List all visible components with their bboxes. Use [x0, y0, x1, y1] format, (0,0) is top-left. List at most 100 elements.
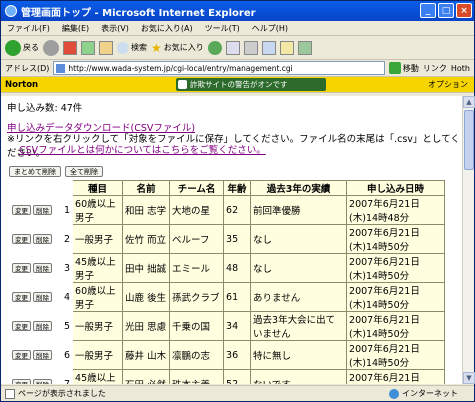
- forward-button[interactable]: [43, 39, 59, 56]
- cell-name: 田中 拙誠: [122, 253, 171, 283]
- go-button[interactable]: 移動: [388, 62, 419, 74]
- edit-button[interactable]: 変更: [12, 234, 31, 244]
- cell-team: 孫武クラブ: [169, 282, 225, 312]
- cell-name: 藤井 山木: [122, 340, 171, 370]
- csv-help-link[interactable]: CSVファイルとは何かについてはこちらをご覧ください。: [19, 142, 266, 156]
- search-icon: [117, 41, 129, 54]
- cell-date: 2007年6月21日(木)14時50分: [346, 224, 446, 254]
- status-bar: ページが表示されました インターネット: [1, 385, 474, 401]
- cell-event: 60歳以上男子: [72, 282, 124, 312]
- cell-name: 石田 必然: [122, 369, 171, 384]
- discuss-icon[interactable]: [279, 40, 294, 55]
- menu-bar: ファイル(F) 編集(E) 表示(V) お気に入り(A) ツール(T) ヘルプ(…: [1, 21, 474, 36]
- edit-button[interactable]: 変更: [12, 321, 31, 331]
- delete-button[interactable]: 削除: [33, 321, 52, 331]
- entry-count: 申し込み数: 47件: [7, 103, 83, 114]
- print-icon[interactable]: [243, 40, 258, 55]
- delete-button[interactable]: 削除: [33, 350, 52, 360]
- cell-event: 60歳以上男子: [72, 195, 124, 225]
- cell-event: 45歳以上男子: [72, 253, 124, 283]
- norton-options[interactable]: オプション: [428, 79, 468, 90]
- favorites-button[interactable]: ★ お気に入り: [151, 41, 204, 55]
- address-label: アドレス(D): [5, 63, 50, 73]
- table-row: 変更 削除 3 45歳以上男子 田中 拙誠 エミール 48 なし 2007年6月2…: [9, 253, 446, 283]
- header-name: 名前: [122, 180, 171, 196]
- table-row: 変更削除 7 45歳以上男子 石田 必然 珠本主義 52 ないです 2007年6…: [9, 369, 446, 384]
- menu-view[interactable]: 表示(V): [101, 23, 129, 34]
- history-icon[interactable]: [207, 40, 222, 55]
- cell-team: 凛鵬の志: [169, 340, 225, 370]
- edit-button[interactable]: 変更: [12, 263, 31, 273]
- row-no: 7: [60, 369, 74, 384]
- norton-logo: Norton: [5, 79, 39, 90]
- row-no: 6: [60, 340, 74, 370]
- edit-button[interactable]: 変更: [12, 292, 31, 302]
- delete-button[interactable]: 削除: [33, 234, 52, 244]
- cell-team: 大地の星: [169, 195, 225, 225]
- cell-record: ないです: [250, 369, 348, 384]
- bulk-actions: まとめて削除 全て削除: [9, 166, 103, 177]
- cell-event: 一般男子: [72, 311, 124, 341]
- scroll-up-arrow[interactable]: ▲: [463, 96, 475, 108]
- delete-button[interactable]: 削除: [33, 205, 52, 215]
- menu-favorites[interactable]: お気に入り(A): [141, 23, 193, 34]
- shield-icon: [178, 80, 187, 89]
- home-icon[interactable]: [99, 40, 113, 55]
- star-icon: ★: [151, 40, 162, 55]
- cell-record: 過去3年大会に出ていません: [250, 311, 348, 341]
- address-input[interactable]: http://www.wada-system.jp/cgi-local/entr…: [53, 61, 385, 75]
- edit-button[interactable]: 変更: [12, 350, 31, 360]
- menu-help[interactable]: ヘルプ(H): [252, 23, 288, 34]
- delete-button[interactable]: 削除: [33, 292, 52, 302]
- header-no: [60, 180, 74, 196]
- table-row: 変更 削除 4 60歳以上男子 山鹿 後生 孫武クラブ 61 ありません 2007…: [9, 282, 446, 312]
- refresh-icon[interactable]: [81, 40, 95, 55]
- cell-date: 2007年6月21日(木)14時48分: [346, 195, 446, 225]
- hot-label[interactable]: Hoth: [451, 64, 470, 73]
- cell-team: ベルーフ: [169, 224, 225, 254]
- cell-age: 61: [223, 282, 252, 312]
- maximize-button[interactable]: □: [438, 3, 454, 18]
- edit-button[interactable]: 変更: [12, 205, 31, 215]
- cell-age: 36: [223, 340, 252, 370]
- menu-edit[interactable]: 編集(E): [62, 23, 89, 34]
- vertical-scrollbar[interactable]: ▲ ▼: [462, 96, 475, 384]
- delete-all-button[interactable]: 全て削除: [65, 166, 103, 177]
- cell-name: 佐竹 而立: [122, 224, 171, 254]
- edit-button[interactable]: 変更: [12, 379, 31, 384]
- messenger-icon[interactable]: [297, 40, 312, 55]
- row-actions: 変更削除: [9, 311, 62, 341]
- minimize-button[interactable]: _: [420, 3, 436, 18]
- row-actions: 変更削除: [9, 253, 62, 283]
- scroll-thumb[interactable]: [464, 110, 474, 170]
- edit-icon[interactable]: [261, 40, 276, 55]
- row-actions: 変更削除: [9, 282, 62, 312]
- close-button[interactable]: ×: [456, 3, 472, 18]
- mail-icon[interactable]: [225, 40, 240, 55]
- menu-tools[interactable]: ツール(T): [205, 23, 240, 34]
- address-bar: アドレス(D) http://www.wada-system.jp/cgi-lo…: [1, 60, 474, 77]
- norton-message[interactable]: 詐欺サイトの警告がオンです: [176, 78, 326, 91]
- scroll-down-arrow[interactable]: ▼: [463, 372, 475, 384]
- back-button[interactable]: 戻る: [5, 39, 39, 56]
- header-date: 申し込み日時: [346, 180, 446, 196]
- go-arrow-icon: [388, 62, 401, 74]
- cell-age: 48: [223, 253, 252, 283]
- row-actions: 変更削除: [9, 340, 62, 370]
- cell-event: 45歳以上男子: [72, 369, 124, 384]
- header-team: チーム名: [169, 180, 225, 196]
- page-content: 申し込み数: 47件 申し込みデータダウンロード(CSVファイル) ※リンクを右…: [1, 96, 462, 384]
- cell-date: 2007年6月21日(木)14時50分: [346, 253, 446, 283]
- cell-record: ありません: [250, 282, 348, 312]
- delete-button[interactable]: 削除: [33, 379, 52, 384]
- menu-file[interactable]: ファイル(F): [7, 23, 50, 34]
- search-button[interactable]: 検索: [117, 41, 147, 54]
- table-header-row: 種目 名前 チーム名 年齢 過去3年の実績 申し込み日時: [9, 180, 446, 196]
- delete-button[interactable]: 削除: [33, 263, 52, 273]
- links-label[interactable]: リンク: [423, 63, 447, 74]
- row-no: 2: [60, 224, 74, 254]
- bulk-delete-button[interactable]: まとめて削除: [9, 166, 61, 177]
- cell-date: 2007年6月21日(木)14時50分: [346, 340, 446, 370]
- table-row: 変更 削除 2 一般男子 佐竹 而立 ベルーフ 35 なし 2007年6月21日(…: [9, 224, 446, 254]
- stop-icon[interactable]: [63, 40, 77, 55]
